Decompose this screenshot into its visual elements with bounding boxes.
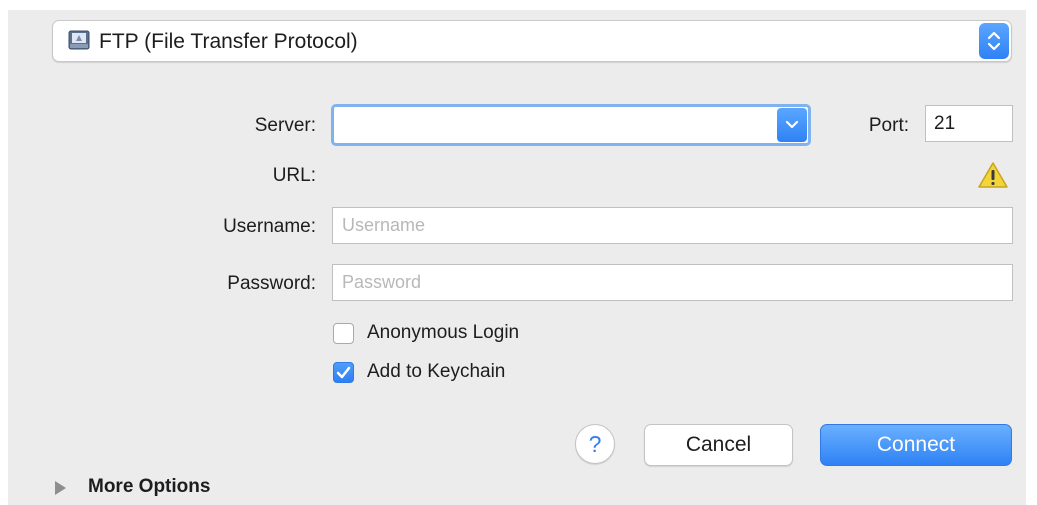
disclosure-triangle-icon[interactable] bbox=[55, 481, 66, 495]
connect-button[interactable]: Connect bbox=[820, 424, 1012, 466]
password-input[interactable] bbox=[332, 264, 1013, 301]
cancel-button[interactable]: Cancel bbox=[644, 424, 793, 466]
username-input[interactable] bbox=[332, 207, 1013, 244]
help-button[interactable]: ? bbox=[575, 424, 615, 464]
warning-icon bbox=[978, 162, 1008, 188]
anonymous-login-label: Anonymous Login bbox=[367, 322, 520, 343]
server-label: Server: bbox=[254, 115, 316, 136]
url-label: URL: bbox=[272, 165, 316, 186]
chevron-down-icon bbox=[785, 120, 799, 129]
server-dropdown-button[interactable] bbox=[777, 108, 807, 142]
server-combo-box[interactable] bbox=[331, 104, 811, 146]
port-input[interactable] bbox=[925, 105, 1013, 142]
protocol-select[interactable]: FTP (File Transfer Protocol) bbox=[52, 20, 1012, 62]
add-to-keychain-label: Add to Keychain bbox=[367, 361, 506, 382]
username-label: Username: bbox=[223, 216, 316, 237]
up-down-chevron-icon bbox=[987, 31, 1001, 51]
protocol-stepper-button[interactable] bbox=[979, 23, 1009, 59]
checkmark-icon bbox=[336, 366, 351, 379]
password-label: Password: bbox=[227, 273, 316, 294]
anonymous-login-checkbox[interactable] bbox=[333, 323, 354, 344]
add-to-keychain-checkbox[interactable] bbox=[333, 362, 354, 383]
more-options-label: More Options bbox=[88, 476, 211, 497]
ftp-drive-icon bbox=[68, 30, 90, 50]
server-input[interactable] bbox=[334, 107, 774, 143]
port-label: Port: bbox=[868, 115, 909, 136]
protocol-selected-label: FTP (File Transfer Protocol) bbox=[99, 30, 358, 53]
